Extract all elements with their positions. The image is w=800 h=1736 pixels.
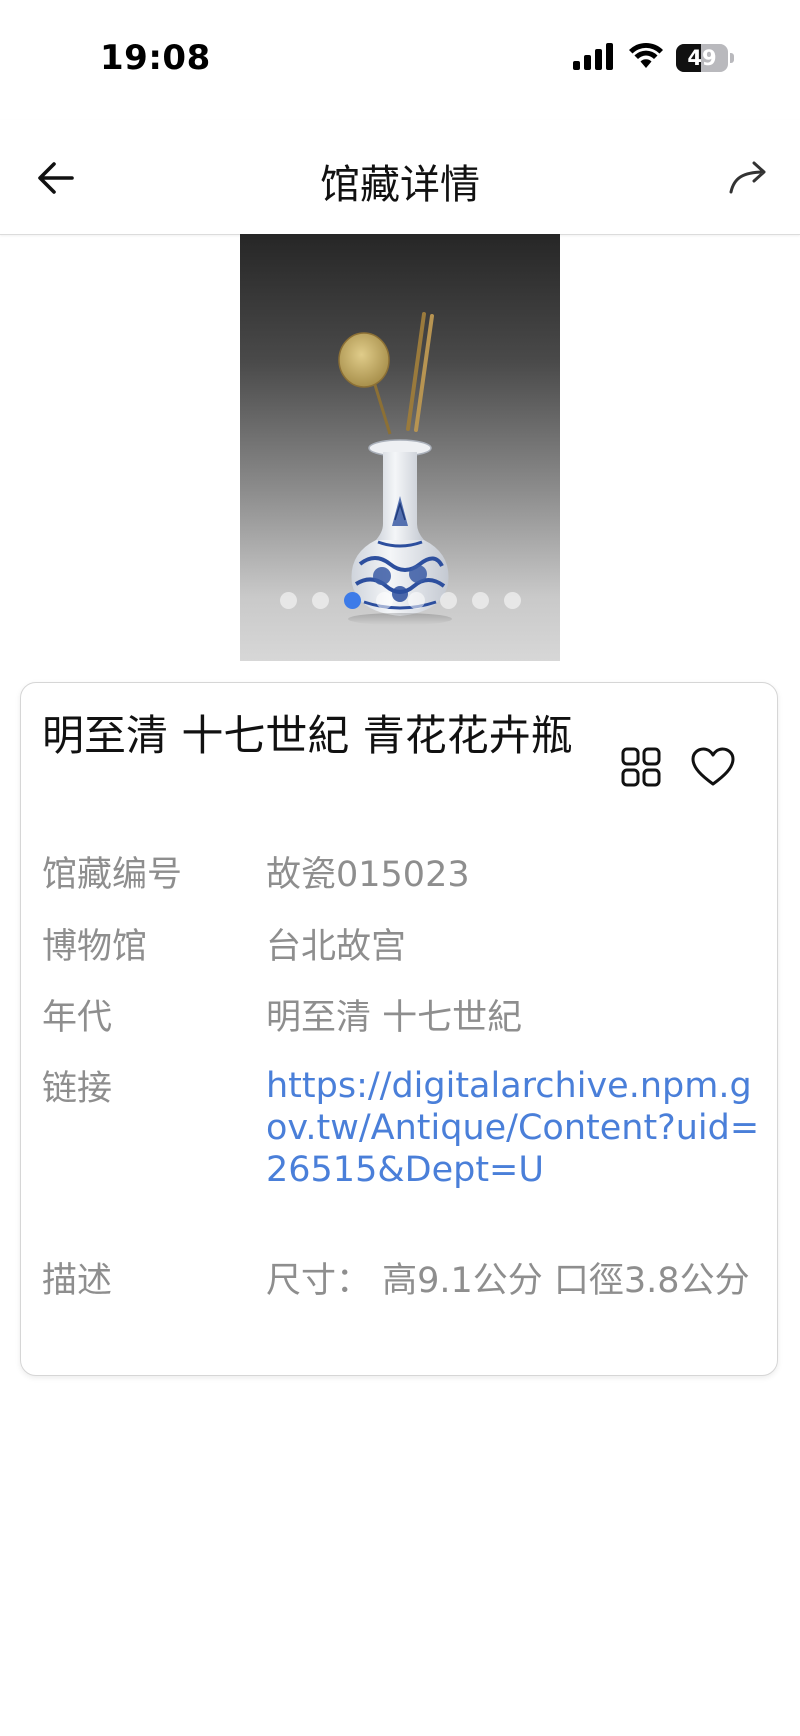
battery-tip (730, 53, 734, 63)
share-button[interactable] (720, 150, 776, 206)
back-button[interactable] (28, 150, 84, 206)
item-title: 明至清 十七世紀 青花花卉瓶 (42, 711, 573, 760)
arrow-left-icon (38, 162, 74, 194)
carousel-dots (240, 592, 560, 612)
signal-icon (573, 43, 613, 70)
battery-level-text: 49 (687, 46, 717, 70)
field-value: 明至清 十七世紀 (266, 998, 523, 1038)
field-value: 故瓷015023 (266, 855, 470, 895)
carousel-dot[interactable] (279, 592, 297, 609)
page-title: 馆藏详情 (320, 162, 480, 208)
carousel-dot-active[interactable] (343, 592, 361, 609)
heart-icon (691, 747, 735, 786)
external-link[interactable]: https://digitalarchive.npm.gov.tw/Antiqu… (266, 1065, 766, 1191)
field-label: 链接 (42, 1069, 113, 1109)
battery-body: 49 (676, 44, 728, 72)
carousel-dot[interactable] (439, 592, 457, 609)
carousel-dot[interactable] (407, 592, 425, 609)
field-label: 馆藏编号 (42, 855, 183, 895)
field-label: 描述 (42, 1261, 113, 1301)
favorite-button[interactable] (685, 739, 741, 795)
status-bar: 19:08 49 (0, 0, 800, 120)
field-value: 尺寸： 高9.1公分 口徑3.8公分 (266, 1261, 750, 1301)
carousel-dot[interactable] (471, 592, 489, 609)
grid-button[interactable] (615, 741, 667, 793)
carousel-dot[interactable] (503, 592, 521, 609)
carousel-dot[interactable] (311, 592, 329, 609)
battery-icon: 49 (676, 44, 734, 72)
field-value: 台北故宫 (266, 927, 407, 967)
field-label: 博物馆 (42, 927, 148, 967)
field-label: 年代 (42, 998, 113, 1038)
grid-icon (621, 747, 661, 787)
image-carousel[interactable] (240, 234, 560, 661)
status-time: 19:08 (100, 38, 211, 78)
wifi-icon (629, 42, 663, 68)
carousel-dot[interactable] (375, 592, 393, 609)
nav-bar: 馆藏详情 (0, 120, 800, 235)
share-arrow-icon (729, 161, 766, 194)
detail-card: 明至清 十七世紀 青花花卉瓶 馆藏编号 故瓷015023 博物馆 台北故宫 年代… (20, 682, 778, 1376)
